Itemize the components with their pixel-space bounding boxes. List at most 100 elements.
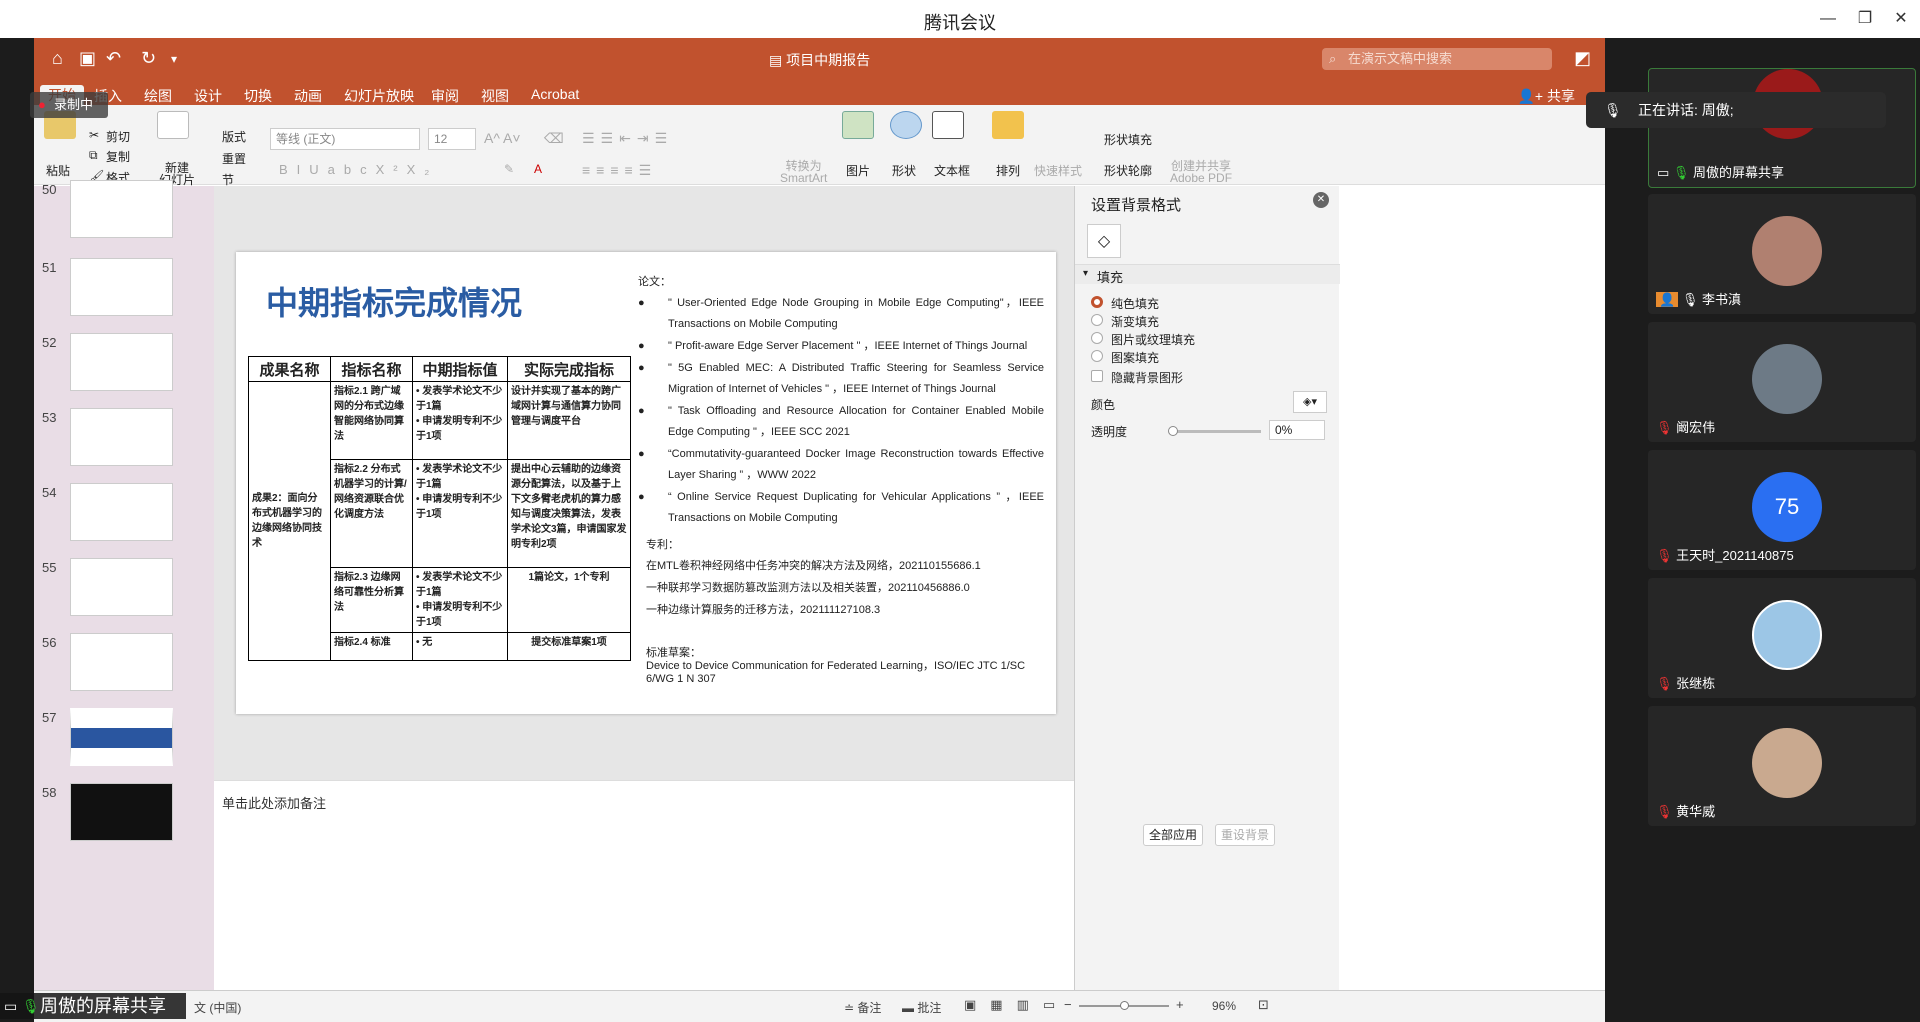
close-icon[interactable]: ✕ bbox=[1888, 6, 1914, 32]
convert-smartart-button[interactable]: 转换为 SmartArt bbox=[780, 160, 827, 184]
textbox-button[interactable]: 文本框 bbox=[934, 162, 970, 179]
thumbnail-row[interactable]: 54 bbox=[34, 481, 214, 551]
slide-thumbnail[interactable] bbox=[70, 783, 173, 841]
thumbnail-row[interactable]: 52 bbox=[34, 331, 214, 401]
picture-icon[interactable] bbox=[842, 111, 874, 139]
restore-icon[interactable]: ❐ bbox=[1852, 6, 1878, 32]
participant-tile[interactable]: 75 🎙 王天时_2021140875 bbox=[1648, 450, 1916, 570]
font-grow-icon[interactable]: A^ A˅ bbox=[484, 130, 521, 146]
current-slide[interactable]: 中期指标完成情况 成果名称 指标名称 中期指标值 实际完成指标 成果2：面向分布… bbox=[236, 252, 1056, 714]
slide-thumbnail[interactable] bbox=[70, 180, 173, 238]
share-button[interactable]: 👤+ 共享 bbox=[1518, 86, 1576, 106]
target-cell: • 发表学术论文不少于1篇 • 申请发明专利不少于1项 bbox=[412, 567, 508, 633]
cut-button[interactable]: 剪切 bbox=[106, 128, 130, 145]
thumbnail-row[interactable]: 58 bbox=[34, 781, 214, 851]
layout-button[interactable]: 版式 bbox=[222, 128, 246, 145]
speaking-text: 正在讲话: 周傲; bbox=[1638, 102, 1734, 118]
zoom-slider-handle[interactable] bbox=[1120, 1001, 1129, 1010]
undo-icon[interactable]: ↶ bbox=[106, 48, 121, 69]
home-icon[interactable]: ⌂ bbox=[52, 48, 63, 69]
arrange-button[interactable]: 排列 bbox=[996, 162, 1020, 179]
paste-label[interactable]: 粘贴 bbox=[46, 162, 70, 179]
transparency-input[interactable]: 0% bbox=[1269, 420, 1325, 440]
view-buttons[interactable]: ▣▦▥▭ bbox=[964, 997, 1069, 1013]
hide-background-checkbox[interactable] bbox=[1091, 370, 1103, 382]
transparency-slider-handle[interactable] bbox=[1168, 426, 1178, 436]
target-item: 发表学术论文不少于1篇 bbox=[416, 572, 503, 598]
thumbnail-row[interactable]: 53 bbox=[34, 406, 214, 476]
zoom-out-icon[interactable]: − bbox=[1064, 997, 1072, 1012]
participant-tile[interactable]: 👤 🎙 李书滇 bbox=[1648, 194, 1916, 314]
close-pane-icon[interactable]: ✕ bbox=[1313, 192, 1329, 208]
font-style-icons[interactable]: BIUabcX²X₂ bbox=[279, 162, 438, 177]
gradient-fill-radio[interactable] bbox=[1091, 314, 1103, 326]
apply-all-button[interactable]: 全部应用 bbox=[1143, 824, 1203, 846]
tab-review[interactable]: 审阅 bbox=[431, 86, 459, 106]
tab-slideshow[interactable]: 幻灯片放映 bbox=[344, 86, 414, 106]
transparency-slider[interactable] bbox=[1171, 430, 1261, 433]
tab-view[interactable]: 视图 bbox=[481, 86, 509, 106]
participant-tile[interactable]: 🎙 张继栋 bbox=[1648, 578, 1916, 698]
picture-fill-radio[interactable] bbox=[1091, 332, 1103, 344]
thumbnail-row[interactable]: 56 bbox=[34, 631, 214, 701]
tab-transitions[interactable]: 切换 bbox=[244, 86, 272, 106]
slide-thumbnail[interactable] bbox=[70, 483, 173, 541]
font-name-select[interactable]: 等线 (正文) bbox=[270, 128, 420, 150]
participant-tile[interactable]: ▭ 🎙 周傲的屏幕共享 bbox=[1648, 68, 1916, 188]
solid-fill-radio[interactable] bbox=[1091, 296, 1103, 308]
thumbnail-row[interactable]: 50 bbox=[34, 178, 214, 248]
tab-acrobat[interactable]: Acrobat bbox=[531, 86, 579, 102]
slide-thumbnail[interactable] bbox=[70, 258, 173, 316]
thumbnail-row[interactable]: 57 bbox=[34, 706, 214, 776]
clear-format-icon[interactable]: ⌫ bbox=[544, 130, 564, 147]
search-input[interactable]: ⌕ 在演示文稿中搜索 bbox=[1322, 48, 1552, 70]
participant-tile[interactable]: 🎙 黄华威 bbox=[1648, 706, 1916, 826]
save-icon[interactable]: ▣ bbox=[79, 48, 96, 69]
slide-thumbnail[interactable] bbox=[70, 333, 173, 391]
reset-button[interactable]: 重置 bbox=[222, 150, 246, 167]
thumbnail-row[interactable]: 55 bbox=[34, 556, 214, 626]
thumbnail-row[interactable]: 51 bbox=[34, 256, 214, 326]
textbox-icon[interactable] bbox=[932, 111, 964, 139]
minimize-icon[interactable]: — bbox=[1815, 6, 1841, 32]
zoom-level[interactable]: 96% bbox=[1212, 999, 1236, 1013]
create-pdf-button[interactable]: 创建并共享 Adobe PDF bbox=[1170, 160, 1232, 184]
font-color-icon[interactable]: A bbox=[534, 162, 542, 176]
participant-tile[interactable]: 🎙 阚宏伟 bbox=[1648, 322, 1916, 442]
fit-slide-icon[interactable]: ⊡ bbox=[1258, 997, 1269, 1013]
list-icons[interactable]: ☰☰⇤⇥☰ bbox=[582, 130, 673, 147]
redo-icon[interactable]: ↻ bbox=[141, 48, 156, 69]
new-slide-icon[interactable] bbox=[157, 111, 189, 139]
slide-thumbnail[interactable] bbox=[70, 708, 173, 766]
highlight-icon[interactable]: ✎ bbox=[504, 162, 514, 176]
document-title-text: 项目中期报告 bbox=[786, 52, 871, 68]
slide-thumbnail[interactable] bbox=[70, 558, 173, 616]
slide-thumbnail[interactable] bbox=[70, 633, 173, 691]
shape-outline-button[interactable]: 形状轮廓 bbox=[1104, 162, 1152, 179]
customize-icon[interactable]: ▾ bbox=[171, 52, 177, 66]
quick-style-button[interactable]: 快速样式 bbox=[1034, 162, 1082, 179]
comments-toggle[interactable]: ▬ 批注 bbox=[902, 999, 941, 1016]
profile-icon[interactable]: ◩ bbox=[1574, 48, 1591, 69]
font-size-select[interactable]: 12 bbox=[428, 128, 476, 150]
fill-tab-icon[interactable]: ◇ bbox=[1087, 224, 1121, 258]
tab-animations[interactable]: 动画 bbox=[294, 86, 322, 106]
align-icons[interactable]: ≡≡≡≡☰ bbox=[582, 162, 657, 179]
shape-fill-button[interactable]: 形状填充 bbox=[1104, 131, 1152, 148]
notes-toggle[interactable]: ≐ 备注 bbox=[844, 999, 881, 1016]
color-picker-button[interactable]: ◈▾ bbox=[1293, 391, 1327, 413]
tab-draw[interactable]: 绘图 bbox=[144, 86, 172, 106]
slide-thumbnail[interactable] bbox=[70, 408, 173, 466]
arrange-icon[interactable] bbox=[992, 111, 1024, 139]
shape-button[interactable]: 形状 bbox=[892, 162, 916, 179]
copy-button[interactable]: 复制 bbox=[106, 148, 130, 165]
notes-area[interactable]: 单击此处添加备注 bbox=[214, 780, 1074, 990]
zoom-in-icon[interactable]: + bbox=[1176, 997, 1184, 1012]
papers-label: 论文： bbox=[638, 276, 671, 288]
fill-section-header[interactable]: ▾ 填充 bbox=[1075, 264, 1340, 285]
tab-design[interactable]: 设计 bbox=[194, 86, 222, 106]
reset-background-button[interactable]: 重设背景 bbox=[1215, 824, 1275, 846]
pattern-fill-radio[interactable] bbox=[1091, 350, 1103, 362]
picture-button[interactable]: 图片 bbox=[846, 162, 870, 179]
shape-icon[interactable] bbox=[890, 111, 922, 139]
